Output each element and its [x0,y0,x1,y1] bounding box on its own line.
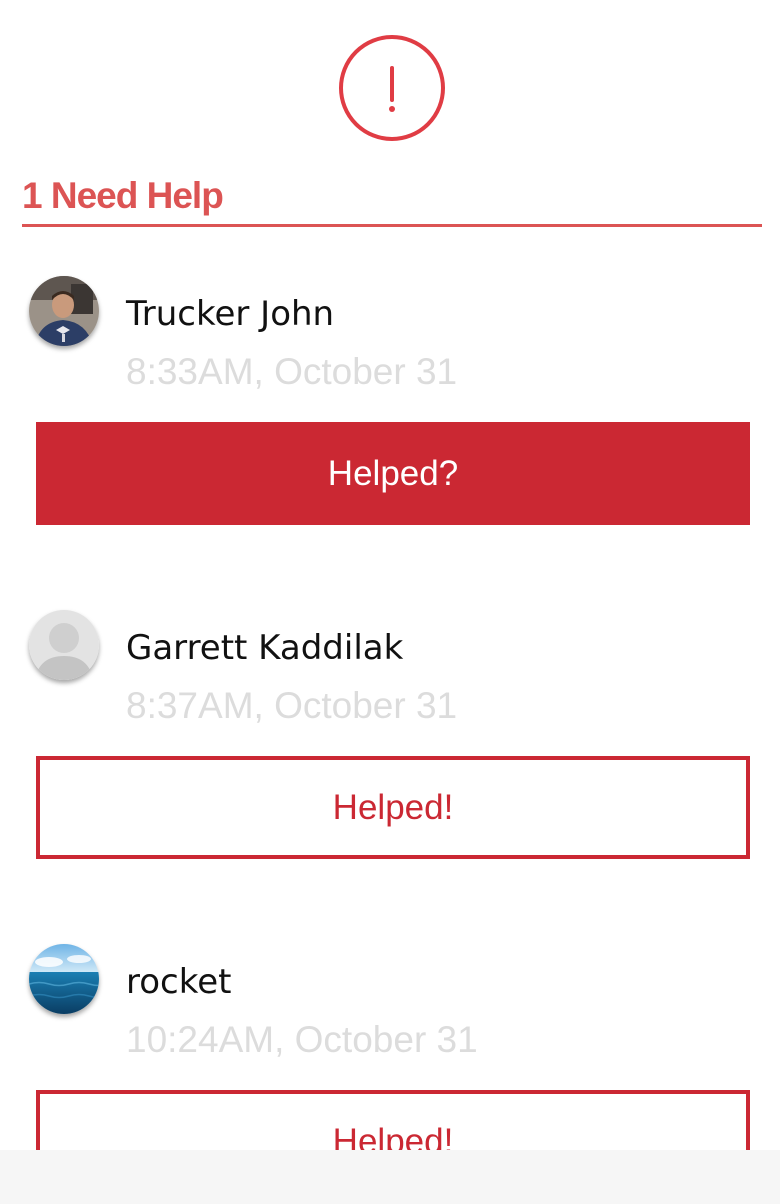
list-item: rocket 10:24AM, October 31 Helped! [0,944,780,1150]
request-timestamp: 8:33AM, October 31 [126,351,458,392]
request-timestamp: 8:37AM, October 31 [126,685,458,726]
help-requests-screen: 1 Need Help Trucker John 8:33AM, October… [0,0,780,1204]
user-name: Garrett Kaddilak [126,628,404,668]
help-request-list[interactable]: 1 Need Help Trucker John 8:33AM, October… [0,0,780,1150]
helped-button[interactable]: Helped! [36,1090,750,1150]
avatar [29,944,99,1014]
person-photo-icon [29,276,99,346]
avatar [29,610,99,680]
user-name: Trucker John [126,294,335,334]
section-divider [22,224,762,227]
list-item: Trucker John 8:33AM, October 31 Helped? [0,276,780,576]
section-title: 1 Need Help [22,175,224,216]
helped-button[interactable]: Helped! [36,756,750,859]
list-item: Garrett Kaddilak 8:37AM, October 31 Help… [0,610,780,910]
ocean-photo-icon [29,944,99,1014]
exclamation-circle-icon [339,35,445,141]
bottom-bar [0,1150,780,1204]
avatar [29,276,99,346]
user-name: rocket [126,962,232,1002]
request-timestamp: 10:24AM, October 31 [126,1019,478,1060]
helped-button[interactable]: Helped? [36,422,750,525]
default-user-icon [29,610,99,680]
